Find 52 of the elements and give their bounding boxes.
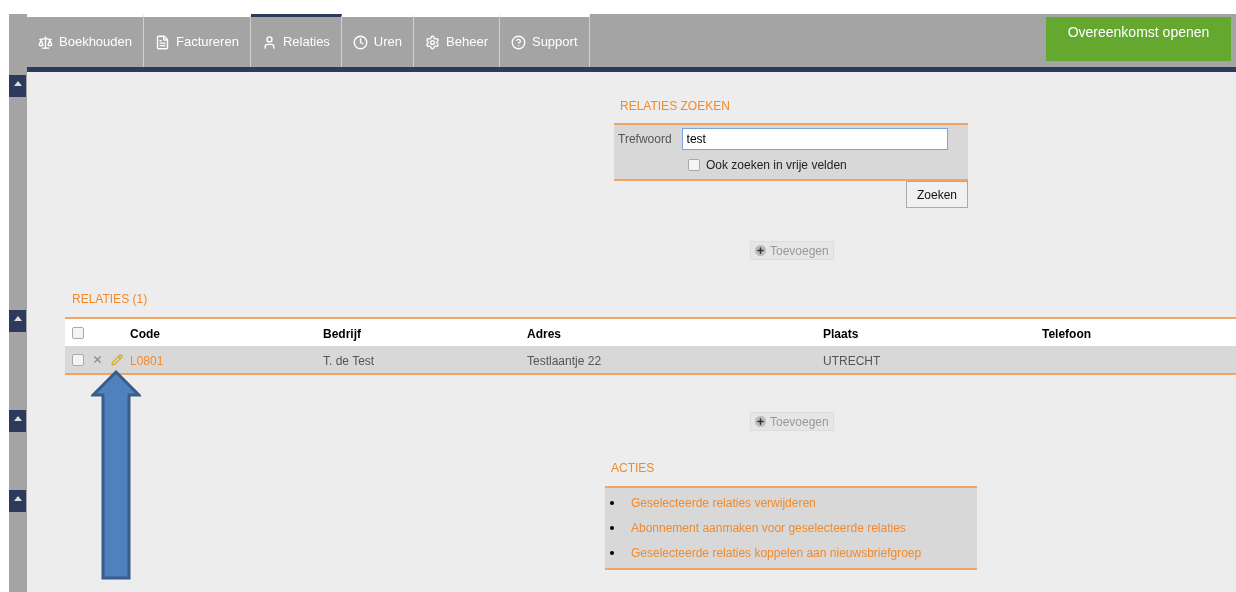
- select-all-checkbox[interactable]: [72, 326, 84, 339]
- collapse-button[interactable]: [9, 490, 26, 512]
- delete-icon[interactable]: [92, 354, 103, 365]
- tab-icon: [261, 34, 277, 50]
- keyword-field[interactable]: test: [681, 128, 948, 150]
- table-cell: T. de Test: [323, 353, 375, 368]
- action-link[interactable]: Abonnement aanmaken voor geselecteerde relaties: [631, 519, 906, 537]
- free-fields-checkbox[interactable]: [688, 159, 700, 171]
- triangle-up-icon: [13, 416, 22, 421]
- column-header: Telefoon: [1042, 326, 1092, 341]
- column-header: Plaats: [823, 326, 859, 341]
- column-header: Code: [130, 326, 160, 341]
- plus-icon: [755, 416, 766, 427]
- tab-icon: [352, 34, 368, 50]
- open-agreement-button[interactable]: Overeenkomst openen: [1046, 17, 1231, 61]
- row-checkbox[interactable]: [72, 353, 84, 366]
- action-link[interactable]: Geselecteerde relaties verwijderen: [631, 494, 816, 512]
- relation-code-link[interactable]: L0801: [130, 353, 164, 368]
- column-header: Adres: [527, 326, 561, 341]
- table-cell: UTRECHT: [823, 353, 881, 368]
- tab-icon: [510, 34, 526, 50]
- tab-icon: [38, 34, 53, 50]
- bullet-icon: [610, 526, 614, 530]
- checkbox-label: Ook zoeken in vrije velden: [706, 157, 847, 174]
- search-button[interactable]: Zoeken: [905, 181, 968, 208]
- collapse-button[interactable]: [9, 410, 26, 432]
- triangle-up-icon: [13, 316, 22, 321]
- action-link[interactable]: Geselecteerde relaties koppelen aan nieuwsbriefgroep: [631, 544, 922, 562]
- nav-tab[interactable]: Support: [499, 14, 590, 67]
- tab-icon: [155, 34, 170, 50]
- triangle-up-icon: [13, 496, 22, 501]
- edit-icon[interactable]: [111, 353, 123, 366]
- triangle-up-icon: [13, 81, 22, 86]
- nav-tab[interactable]: Beheer: [414, 14, 500, 67]
- collapse-button[interactable]: [9, 310, 26, 332]
- tab-icon: [425, 34, 441, 50]
- nav-tab[interactable]: Relaties: [250, 14, 342, 67]
- add-button[interactable]: Toevoegen: [750, 241, 834, 260]
- section-title: RELATIES (1): [72, 291, 149, 308]
- bullet-icon: [610, 501, 614, 505]
- nav-tab[interactable]: Uren: [341, 14, 415, 67]
- section-title: ACTIES: [611, 460, 656, 477]
- section-title: RELATIES ZOEKEN: [620, 98, 731, 115]
- nav-tab[interactable]: Boekhouden: [27, 14, 144, 67]
- bullet-icon: [610, 551, 614, 555]
- field-label: Trefwoord: [618, 131, 672, 148]
- column-header: Bedrijf: [323, 326, 361, 341]
- nav-tab[interactable]: Factureren: [144, 14, 251, 67]
- table-cell: Testlaantje 22: [527, 353, 602, 368]
- plus-icon: [755, 245, 766, 256]
- add-button[interactable]: Toevoegen: [750, 412, 834, 431]
- collapse-button[interactable]: [9, 75, 26, 97]
